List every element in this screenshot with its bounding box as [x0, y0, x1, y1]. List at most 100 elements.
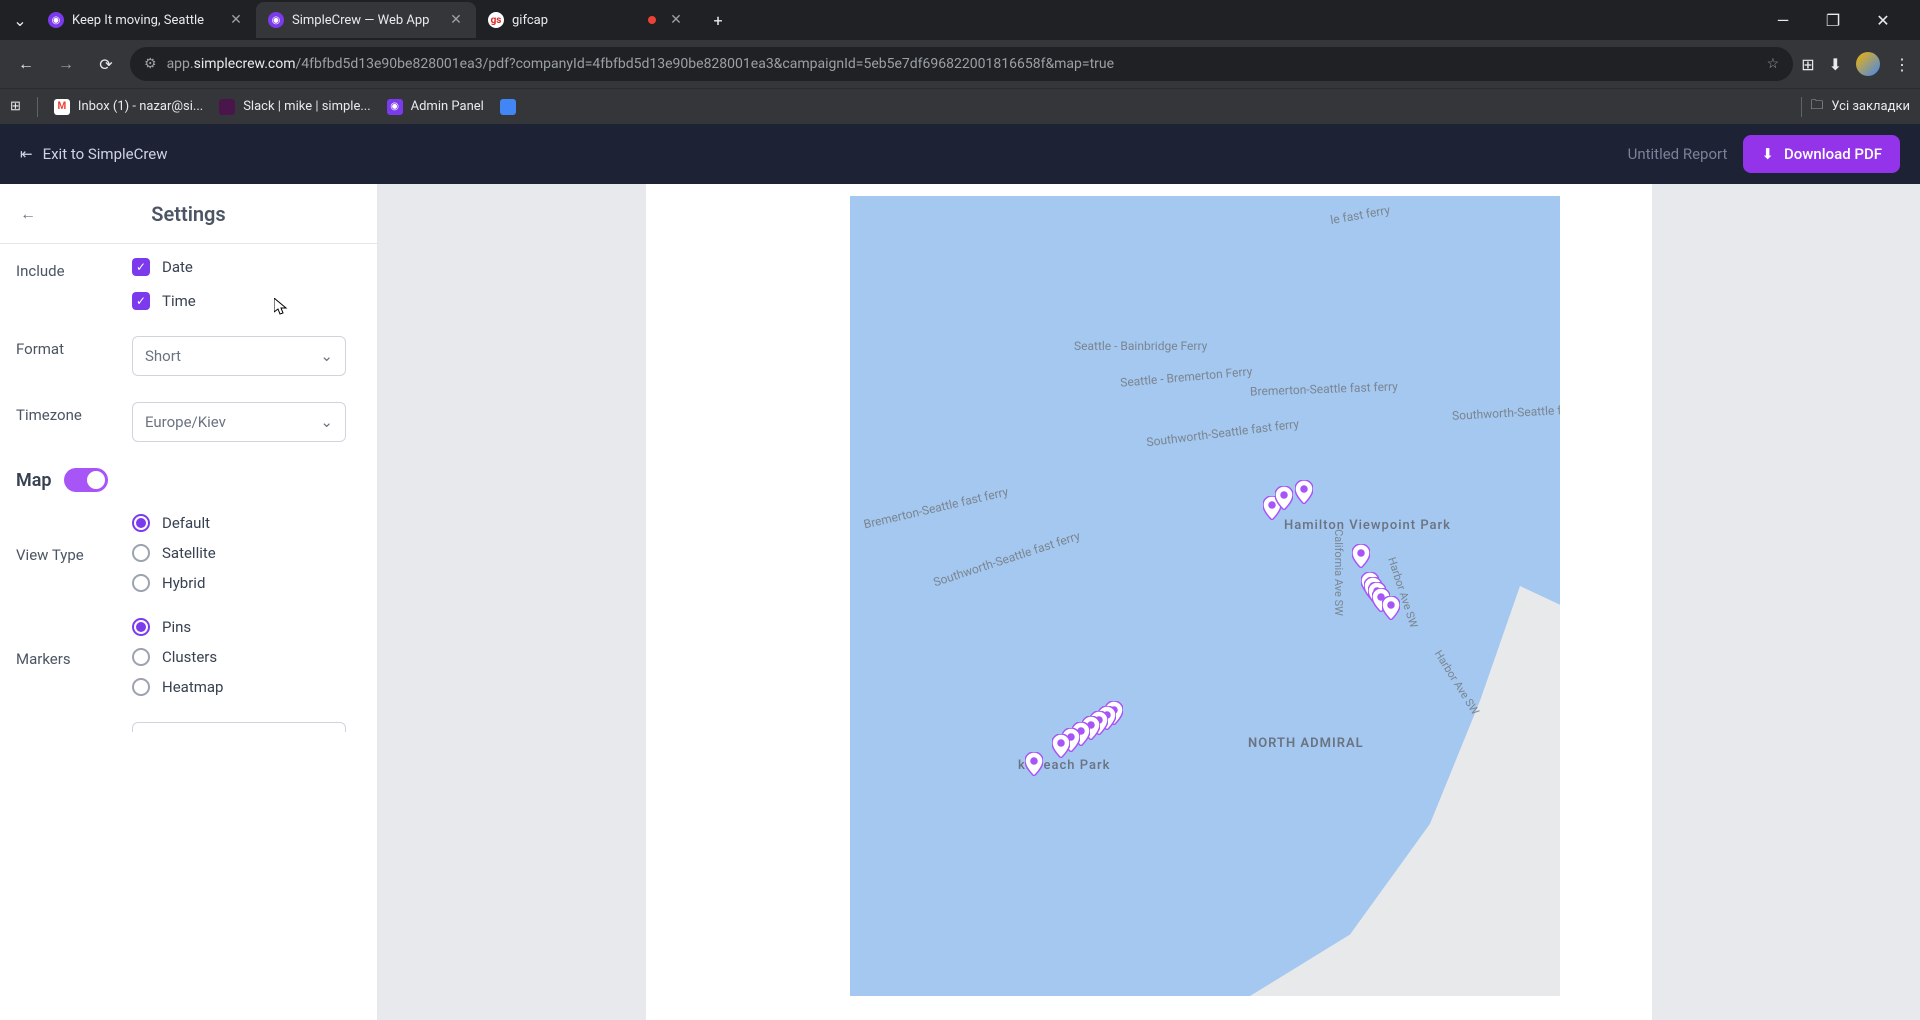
slack-icon	[219, 99, 235, 115]
toggle-knob	[87, 471, 105, 489]
radio-pins[interactable]: Pins	[132, 618, 359, 636]
location-icon: ◉	[268, 12, 284, 28]
reload-button[interactable]: ⟳	[90, 48, 122, 80]
gifcap-icon: gs	[488, 12, 504, 28]
separator	[1801, 97, 1802, 117]
radio-selected-icon	[132, 618, 150, 636]
forward-button[interactable]: →	[50, 48, 82, 80]
select-value: Europe/Kiev	[145, 413, 226, 431]
ferry-route-label: Bremerton-Seattle fast ferry	[1250, 379, 1398, 398]
bookmark-translate[interactable]	[500, 99, 516, 115]
map-pin-icon[interactable]	[1052, 734, 1070, 758]
tab-keep-it-moving[interactable]: ◉ Keep It moving, Seattle ✕	[36, 2, 256, 38]
exit-icon: ⇤	[20, 145, 33, 163]
checkbox-label: Date	[162, 258, 193, 276]
ferry-route-label: Southworth-Seattle fast ferry	[1146, 417, 1300, 450]
map-pin-icon[interactable]	[1352, 544, 1370, 568]
map-pin-icon[interactable]	[1275, 486, 1293, 510]
map-pin-icon[interactable]	[1025, 752, 1043, 776]
chevron-down-icon: ⌄	[320, 347, 333, 365]
radio-icon	[132, 678, 150, 696]
area-label: NORTH ADMIRAL	[1248, 736, 1364, 751]
checkbox-time[interactable]: ✓ Time	[132, 292, 359, 310]
map-pin-icon[interactable]	[1382, 596, 1400, 620]
map-pin-icon[interactable]	[1295, 480, 1313, 504]
star-icon[interactable]: ☆	[1767, 56, 1780, 72]
radio-selected-icon	[132, 514, 150, 532]
timezone-label: Timezone	[16, 402, 132, 424]
empty-label	[16, 722, 132, 726]
radio-label: Satellite	[162, 544, 216, 562]
report-title-input[interactable]: Untitled Report	[1628, 145, 1728, 163]
viewtype-label: View Type	[16, 514, 132, 564]
format-label: Format	[16, 336, 132, 358]
radio-label: Heatmap	[162, 678, 223, 696]
close-icon[interactable]: ✕	[448, 12, 464, 28]
downloads-icon[interactable]: ⬇	[1829, 55, 1842, 74]
street-label: Harbor Ave SW	[1432, 648, 1482, 717]
chevron-down-icon: ⌄	[320, 413, 333, 431]
close-window-button[interactable]: ✕	[1866, 6, 1900, 34]
markers-label: Markers	[16, 618, 132, 668]
recording-indicator-icon	[648, 16, 656, 24]
apps-icon: ⊞	[10, 99, 21, 114]
bookmark-label: Inbox (1) - nazar@si...	[78, 99, 203, 114]
new-tab-button[interactable]: +	[704, 6, 732, 34]
maximize-button[interactable]: ❐	[1816, 6, 1850, 34]
menu-icon[interactable]: ⋮	[1894, 55, 1910, 74]
radio-hybrid[interactable]: Hybrid	[132, 574, 359, 592]
checkbox-checked-icon: ✓	[132, 292, 150, 310]
ferry-route-label: Seattle - Bremerton Ferry	[1120, 364, 1253, 389]
close-icon[interactable]: ✕	[228, 12, 244, 28]
bookmark-admin[interactable]: ◉ Admin Panel	[387, 99, 484, 115]
radio-clusters[interactable]: Clusters	[132, 648, 359, 666]
bookmark-label: Admin Panel	[411, 99, 484, 114]
format-select[interactable]: Short ⌄	[132, 336, 346, 376]
ferry-route-label: Southworth-Seattle f	[1452, 403, 1560, 423]
timezone-select[interactable]: Europe/Kiev ⌄	[132, 402, 346, 442]
tab-title: Keep It moving, Seattle	[72, 13, 220, 28]
radio-icon	[132, 544, 150, 562]
profile-avatar[interactable]	[1856, 52, 1880, 76]
ferry-route-label: Bremerton-Seattle fast ferry	[862, 485, 1009, 532]
paper-left-strip	[646, 184, 804, 1020]
checkbox-date[interactable]: ✓ Date	[132, 258, 359, 276]
radio-icon	[132, 574, 150, 592]
minimize-button[interactable]: —	[1766, 6, 1800, 34]
app-header: ⇤ Exit to SimpleCrew Untitled Report ⬇ D…	[0, 124, 1920, 184]
app-body: ← Settings Include ✓ Date ✓ Time	[0, 184, 1920, 1020]
map-toggle[interactable]	[64, 468, 108, 492]
all-bookmarks-button[interactable]: 🗀 Усі закладки	[1810, 96, 1910, 118]
sidebar-scroll[interactable]: Include ✓ Date ✓ Time Format	[0, 244, 377, 1020]
separator	[37, 97, 38, 117]
tabs-dropdown-button[interactable]: ⌄	[8, 8, 32, 32]
tab-simplecrew[interactable]: ◉ SimpleCrew — Web App ✕	[256, 2, 476, 38]
apps-button[interactable]: ⊞	[10, 99, 21, 114]
extensions-icon[interactable]: ⊞	[1801, 55, 1814, 74]
gmail-icon: M	[54, 99, 70, 115]
download-pdf-button[interactable]: ⬇ Download PDF	[1743, 135, 1900, 173]
content-area[interactable]: le fast ferry Seattle - Bainbridge Ferry S…	[378, 184, 1920, 1020]
tab-title: SimpleCrew — Web App	[292, 13, 440, 28]
ferry-route-label: Southworth-Seattle fast ferry	[932, 529, 1082, 590]
tab-gifcap[interactable]: gs gifcap ✕	[476, 2, 696, 38]
close-icon[interactable]: ✕	[668, 12, 684, 28]
back-button[interactable]: ←	[10, 48, 42, 80]
radio-satellite[interactable]: Satellite	[132, 544, 359, 562]
bookmark-inbox[interactable]: M Inbox (1) - nazar@si...	[54, 99, 203, 115]
site-settings-icon[interactable]: ⚙	[144, 56, 157, 72]
url-input[interactable]: ⚙ app.simplecrew.com/4fbfbd5d13e90be8280…	[130, 47, 1793, 81]
radio-label: Hybrid	[162, 574, 205, 592]
radio-heatmap[interactable]: Heatmap	[132, 678, 359, 696]
sidebar-title: Settings	[16, 202, 361, 226]
map-canvas[interactable]: le fast ferry Seattle - Bainbridge Ferry S…	[850, 196, 1560, 996]
exit-link[interactable]: ⇤ Exit to SimpleCrew	[20, 145, 168, 163]
bookmark-slack[interactable]: Slack | mike | simple...	[219, 99, 370, 115]
partial-select[interactable]	[132, 722, 346, 732]
ferry-route-label: le fast ferry	[1329, 203, 1391, 227]
area-label: Hamilton Viewpoint Park	[1284, 518, 1451, 533]
ferry-route-label: Seattle - Bainbridge Ferry	[1074, 339, 1207, 353]
radio-default[interactable]: Default	[132, 514, 359, 532]
tab-bar: ⌄ ◉ Keep It moving, Seattle ✕ ◉ SimpleCr…	[0, 0, 1920, 40]
radio-label: Clusters	[162, 648, 217, 666]
